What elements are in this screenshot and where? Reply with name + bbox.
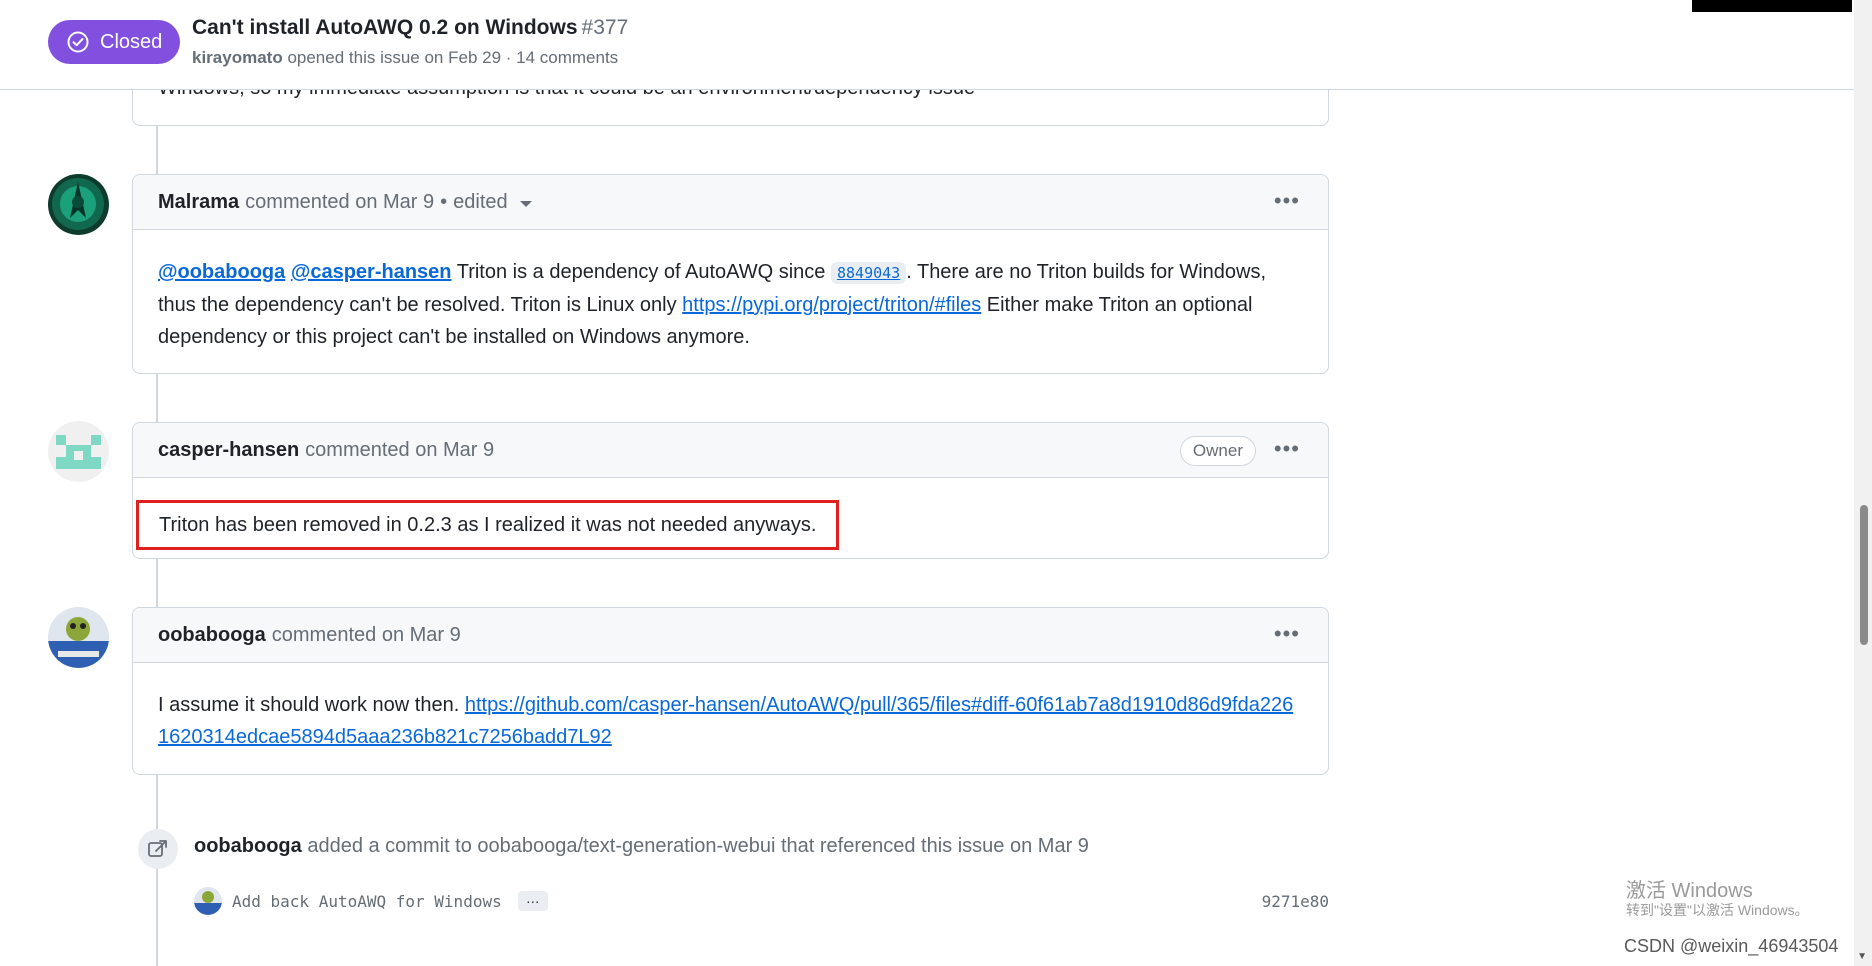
csdn-watermark: CSDN @weixin_46943504 [1624, 936, 1839, 956]
avatar-image [48, 174, 109, 235]
edited-dropdown[interactable]: edited [453, 191, 508, 214]
comment-header: Malrama commented on Mar 9 • edited ••• [133, 175, 1328, 230]
issue-number: #377 [581, 16, 629, 39]
event-author[interactable]: oobabooga [194, 835, 302, 857]
comment-text: I assume it should work now then. [158, 694, 460, 716]
event-description: added a commit to oobabooga/text-generat… [307, 835, 1089, 857]
commit-message[interactable]: Add back AutoAWQ for Windows [232, 892, 502, 911]
kebab-icon[interactable]: ••• [1274, 190, 1300, 212]
comment-author[interactable]: Malrama [158, 191, 239, 214]
comment-timestamp[interactable]: commented on Mar 9 [245, 191, 434, 214]
caret-down-icon[interactable] [519, 201, 532, 207]
body-text: Triton is a dependency of AutoAWQ since [456, 261, 826, 283]
avatar-oobabooga[interactable] [48, 607, 109, 668]
comment-text: Triton has been removed in 0.2.3 as I re… [159, 514, 817, 536]
pypi-link[interactable]: https://pypi.org/project/triton/#files [682, 294, 981, 316]
cross-reference-icon [138, 829, 178, 869]
windows-activation-subtitle: 转到"设置"以激活 Windows。 [1626, 902, 1809, 918]
red-highlight-box: Triton has been removed in 0.2.3 as I re… [136, 500, 840, 550]
issue-title-text: Can't install AutoAWQ 0.2 on Windows [192, 16, 578, 39]
comment-header: casper-hansen commented on Mar 9 Owner •… [133, 423, 1328, 478]
sticky-issue-header: Closed Can't install AutoAWQ 0.2 on Wind… [0, 0, 1854, 90]
comment-author[interactable]: casper-hansen [158, 439, 299, 462]
comment-malrama: Malrama commented on Mar 9 • edited ••• … [132, 174, 1329, 374]
comment-timestamp[interactable]: commented on Mar 9 [305, 439, 494, 462]
issue-meta: kirayomato opened this issue on Feb 29 ·… [192, 48, 618, 68]
comment-author[interactable]: oobabooga [158, 624, 266, 647]
commit-row: Add back AutoAWQ for Windows … 9271e80 [194, 886, 1329, 916]
mention-oobabooga[interactable]: @oobabooga [158, 261, 285, 283]
issue-author-link[interactable]: kirayomato [192, 48, 283, 67]
comment-casper-hansen: casper-hansen commented on Mar 9 Owner •… [132, 422, 1329, 559]
issue-title[interactable]: Can't install AutoAWQ 0.2 on Windows #377 [192, 16, 628, 40]
comment-body: Triton has been removed in 0.2.3 as I re… [133, 478, 1328, 576]
commit-avatar[interactable] [194, 887, 222, 915]
commit-sha[interactable]: 9271e80 [1262, 892, 1329, 911]
issue-state-label: Closed [100, 30, 163, 53]
issue-state-badge: Closed [48, 20, 180, 64]
comment-timestamp[interactable]: commented on Mar 9 [272, 624, 461, 647]
top-edge-artifact [1692, 0, 1852, 12]
scrollbar-thumb[interactable] [1860, 505, 1868, 645]
kebab-icon[interactable]: ••• [1274, 438, 1300, 460]
scroll-down-arrow-icon[interactable]: ▼ [1857, 951, 1867, 962]
event-text: oobabooga added a commit to oobabooga/te… [194, 835, 1089, 858]
comment-header: oobabooga commented on Mar 9 ••• [133, 608, 1328, 663]
windows-activation-title: 激活 Windows [1626, 880, 1753, 902]
comment-body: I assume it should work now then. https:… [133, 663, 1328, 779]
comment-oobabooga: oobabooga commented on Mar 9 ••• I assum… [132, 607, 1329, 775]
avatar-malrama[interactable] [48, 174, 109, 235]
separator: • [440, 190, 448, 213]
avatar-image [48, 421, 109, 482]
kebab-icon[interactable]: ••• [1274, 623, 1300, 645]
check-circle-icon [67, 31, 89, 53]
owner-badge: Owner [1179, 436, 1256, 466]
issue-meta-text: opened this issue on Feb 29 · 14 comment… [287, 48, 619, 67]
commit-sha-link[interactable]: 8849043 [831, 262, 907, 284]
page-scrollbar[interactable]: ▼ [1854, 0, 1872, 966]
avatar-image [48, 607, 109, 668]
commit-expand-button[interactable]: … [517, 891, 548, 911]
comment-body: @oobabooga @casper-hansen Triton is a de… [133, 230, 1328, 379]
avatar-casper-hansen[interactable] [48, 421, 109, 482]
mention-casper-hansen[interactable]: @casper-hansen [291, 261, 452, 283]
